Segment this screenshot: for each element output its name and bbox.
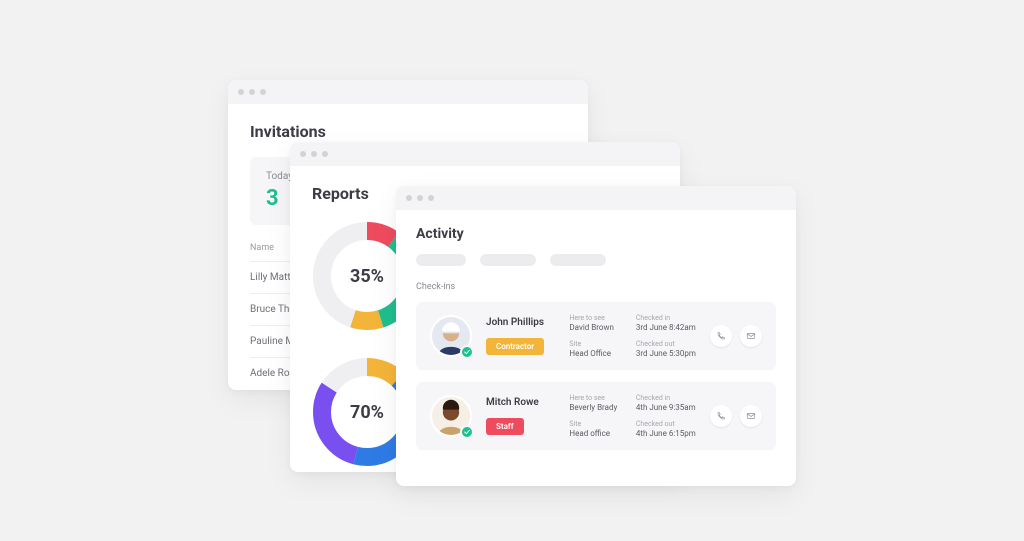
verified-badge-icon [460,425,474,439]
invitations-title: Invitations [250,122,566,141]
checked-out-value: 3rd June 5:30pm [636,349,696,358]
window-titlebar [396,186,796,210]
site-value: Head Office [569,349,621,358]
role-badge: Contractor [486,338,544,355]
envelope-icon[interactable] [740,405,762,427]
tab-placeholder[interactable] [550,254,606,266]
checked-out-label: Checked out [636,420,696,428]
here-to-see-value: David Brown [569,323,621,332]
here-to-see-value: Beverly Brady [569,403,621,412]
window-dot-icon [428,195,434,201]
here-to-see-label: Here to see [569,314,621,322]
window-titlebar [290,142,680,166]
window-dot-icon [260,89,266,95]
checked-in-label: Checked in [636,394,696,402]
window-dot-icon [322,151,328,157]
phone-icon[interactable] [710,405,732,427]
checked-in-value: 4th June 9:35am [636,403,696,412]
tab-placeholder[interactable] [416,254,466,266]
checked-out-label: Checked out [636,340,696,348]
avatar [430,315,472,357]
checked-in-value: 3rd June 8:42am [636,323,696,332]
site-label: Site [569,420,621,428]
person-name: John Phillips [486,317,555,328]
activity-window: Activity Check-ins John Phillips Contrac… [396,186,796,486]
checkin-card: John Phillips Contractor Here to seeDavi… [416,302,776,370]
window-dot-icon [311,151,317,157]
site-label: Site [569,340,621,348]
window-dot-icon [249,89,255,95]
here-to-see-label: Here to see [569,394,621,402]
verified-badge-icon [460,345,474,359]
site-value: Head office [569,429,621,438]
window-dot-icon [406,195,412,201]
avatar [430,395,472,437]
tab-placeholder[interactable] [480,254,536,266]
envelope-icon[interactable] [740,325,762,347]
checkin-card: Mitch Rowe Staff Here to seeBeverly Brad… [416,382,776,450]
window-dot-icon [300,151,306,157]
checked-out-value: 4th June 6:15pm [636,429,696,438]
window-dot-icon [417,195,423,201]
person-name: Mitch Rowe [486,397,555,408]
window-dot-icon [238,89,244,95]
phone-icon[interactable] [710,325,732,347]
activity-title: Activity [416,226,776,242]
filter-tabs [416,254,776,266]
window-titlebar [228,80,588,104]
role-badge: Staff [486,418,524,435]
checked-in-label: Checked in [636,314,696,322]
checkins-label: Check-ins [416,282,776,292]
